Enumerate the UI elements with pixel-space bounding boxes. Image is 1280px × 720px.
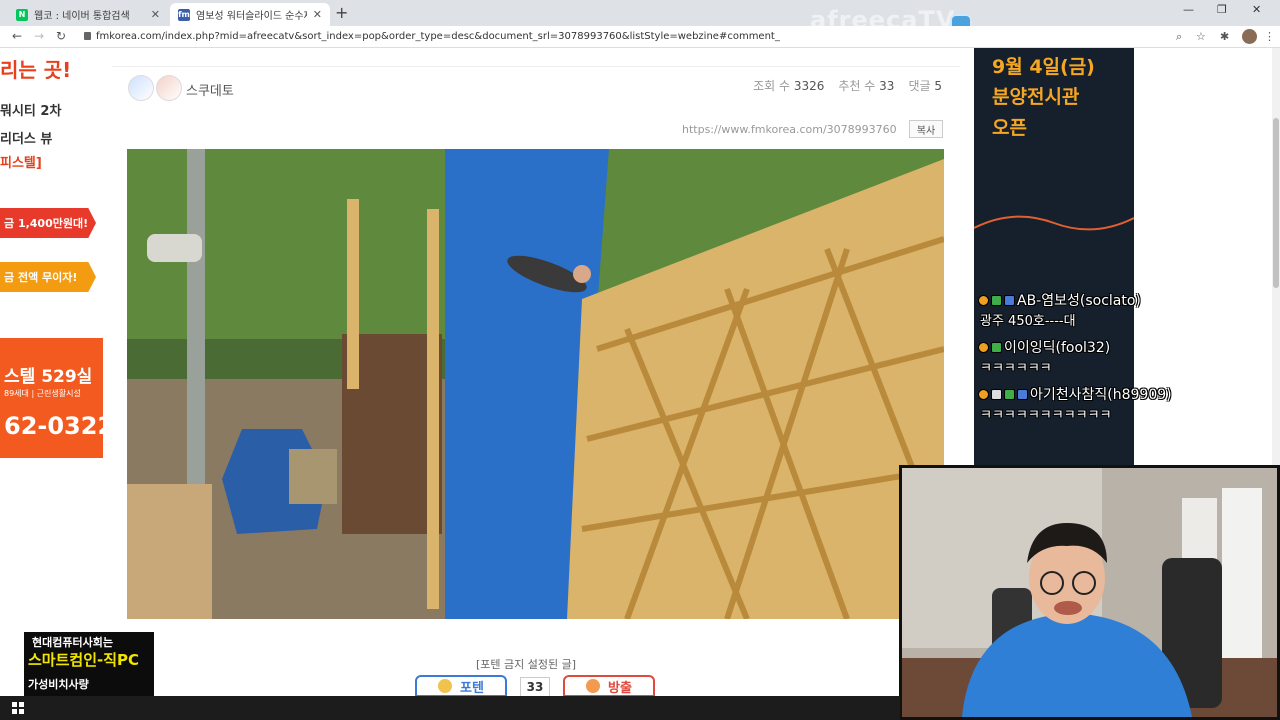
- profile-avatar[interactable]: [1242, 29, 1257, 44]
- url-field[interactable]: fmkorea.com/index.php?mid=afreecatv&sort…: [96, 31, 780, 42]
- recommend-label: 추천 수: [838, 79, 876, 93]
- left-banner-ad[interactable]: 리는 곳! 뭐시티 2차 리더스 뷰 피스텔] 금 1,400만원대! 금 전액…: [0, 48, 114, 648]
- tab-label: 염보성 워터슬라이드 순수재미: [196, 11, 307, 22]
- menu-kebab-icon[interactable]: ⋮: [1264, 30, 1275, 43]
- ad-text: 89세대 | 근린생활시설: [4, 389, 81, 398]
- comments-stat[interactable]: 댓글 5: [908, 77, 942, 94]
- pc-promo-overlay: 현대컴퓨터사회는 스마트컴인-직PC 가성비치사량: [24, 632, 154, 696]
- recommend-stat: 추천 수 33: [838, 77, 894, 94]
- ad-text: 피스텔]: [0, 156, 42, 171]
- tab-naver[interactable]: N 웹코 : 네이버 통합검색 ✕: [8, 3, 168, 26]
- upvote-button[interactable]: 포텐: [415, 675, 507, 697]
- chat-user-label: 아기천사참직(h89909): [1030, 387, 1172, 403]
- chat-message: 이이잉딕(fool32) ㅋㅋㅋㅋㅋㅋ: [978, 337, 1278, 376]
- restriction-notice: [포텐 금지 설정된 글]: [476, 658, 577, 671]
- close-icon[interactable]: ✕: [151, 8, 160, 21]
- views-label: 조회 수: [753, 79, 791, 93]
- windows-start-icon[interactable]: [12, 702, 24, 714]
- zoom-icon[interactable]: ⌕: [1176, 30, 1182, 44]
- post-stats: 조회 수 3326 추천 수 33 댓글 5: [753, 77, 942, 94]
- comments-count: 5: [934, 79, 942, 93]
- scrollbar-thumb[interactable]: [1273, 118, 1279, 288]
- post-image: afree: [127, 149, 944, 619]
- ad-phone: 62-0322: [4, 412, 115, 440]
- naver-favicon-icon: N: [16, 8, 28, 21]
- fan-badge-icon: [978, 294, 989, 306]
- browser-tab-bar: N 웹코 : 네이버 통합검색 ✕ fm 염보성 워터슬라이드 순수재미 ✕ +…: [0, 0, 1280, 26]
- forward-icon[interactable]: →: [34, 29, 44, 43]
- minimize-icon[interactable]: —: [1183, 3, 1194, 16]
- comments-label: 댓글: [908, 79, 931, 93]
- ad-text: 리는 곳!: [0, 58, 72, 82]
- copy-button[interactable]: 복사: [909, 120, 943, 138]
- maximize-icon[interactable]: ❐: [1217, 3, 1227, 16]
- author-avatar[interactable]: [128, 75, 154, 101]
- ad-wave-decoration: [974, 215, 1134, 231]
- chat-text: ㅋㅋㅋㅋㅋㅋㅋㅋㅋㅋㅋ: [980, 408, 1112, 423]
- ad-price-tag: 금 1,400만원대!: [0, 208, 96, 238]
- tab-label: 웹코 : 네이버 통합검색: [34, 11, 130, 22]
- chat-text: 광주 450호----대: [980, 314, 1076, 329]
- permalink[interactable]: https://www.fmkorea.com/3078993760: [682, 123, 897, 136]
- downvote-label: 방출: [608, 680, 632, 696]
- chat-user-label: AB-염보성(soclato): [1017, 293, 1141, 309]
- manager-badge-icon: [1004, 294, 1015, 306]
- water-slide-photo: [127, 149, 944, 619]
- subscriber-badge-icon: [991, 341, 1002, 353]
- ad-contact-panel: 스텔 529실 89세대 | 근린생활시설 62-0322: [0, 338, 114, 458]
- upvote-label: 포텐: [460, 680, 484, 696]
- smile-icon: [438, 679, 453, 693]
- subscriber-badge-icon: [991, 294, 1002, 306]
- address-bar: ← → ↻ fmkorea.com/index.php?mid=afreecat…: [0, 26, 1280, 48]
- close-icon[interactable]: ✕: [313, 8, 322, 21]
- recommend-count: 33: [879, 79, 895, 93]
- vote-count: 33: [520, 677, 550, 697]
- ad-text: 리더스 뷰: [0, 132, 53, 147]
- chat-username: 아기천사참직(h89909): [978, 384, 1278, 404]
- chat-username: AB-염보성(soclato): [978, 290, 1278, 310]
- windows-taskbar: [0, 696, 900, 720]
- views-count: 3326: [793, 79, 825, 93]
- viewer-badge-icon: [991, 388, 1002, 400]
- back-icon[interactable]: ←: [12, 29, 22, 43]
- webcam-feed: [899, 465, 1280, 720]
- chat-username: 이이잉딕(fool32): [978, 337, 1278, 357]
- views-stat: 조회 수 3326: [753, 77, 824, 94]
- ad-text: 스텔 529실: [4, 367, 93, 387]
- ad-text: 뭐시티 2차: [0, 104, 62, 119]
- downvote-button[interactable]: 방출: [563, 675, 655, 697]
- reload-icon[interactable]: ↻: [56, 29, 66, 43]
- manager-badge-icon: [1017, 388, 1028, 400]
- frown-icon: [586, 679, 601, 693]
- chat-text: ㅋㅋㅋㅋㅋㅋ: [980, 361, 1052, 376]
- divider: [112, 66, 960, 67]
- promo-text: 가성비치사량: [28, 678, 89, 691]
- subscriber-badge-icon: [1004, 388, 1015, 400]
- article-content: 스쿠데토 조회 수 3326 추천 수 33 댓글 5 https://www.…: [112, 48, 960, 697]
- lock-icon: [84, 32, 91, 40]
- author-avatar[interactable]: [156, 75, 182, 101]
- promo-headline: 스마트컴인-직PC: [28, 651, 140, 669]
- streamer-camera: [902, 468, 1277, 717]
- bookmark-star-icon[interactable]: ☆: [1196, 30, 1206, 43]
- promo-text: 현대컴퓨터사회는: [32, 636, 113, 649]
- ad-text: 분양전시관: [992, 86, 1080, 108]
- extensions-icon[interactable]: ✱: [1220, 30, 1229, 43]
- new-tab-icon[interactable]: +: [335, 3, 348, 22]
- fan-badge-icon: [978, 341, 989, 353]
- chat-message: AB-염보성(soclato) 광주 450호----대: [978, 290, 1278, 329]
- ad-date: 9월 4일(금): [992, 56, 1095, 78]
- ad-text: 오픈: [992, 117, 1027, 139]
- chat-message: 아기천사참직(h89909) ㅋㅋㅋㅋㅋㅋㅋㅋㅋㅋㅋ: [978, 384, 1278, 423]
- ad-interest-tag: 금 전액 무이자!: [0, 262, 96, 292]
- fmkorea-favicon-icon: fm: [178, 8, 190, 21]
- fan-badge-icon: [978, 388, 989, 400]
- tab-fmkorea[interactable]: fm 염보성 워터슬라이드 순수재미 ✕: [170, 3, 330, 26]
- author-name[interactable]: 스쿠데토: [186, 80, 234, 99]
- window-close-icon[interactable]: ✕: [1252, 3, 1261, 16]
- chat-user-label: 이이잉딕(fool32): [1004, 340, 1111, 356]
- stream-chat: AB-염보성(soclato) 광주 450호----대 이이잉딕(fool32…: [978, 290, 1278, 431]
